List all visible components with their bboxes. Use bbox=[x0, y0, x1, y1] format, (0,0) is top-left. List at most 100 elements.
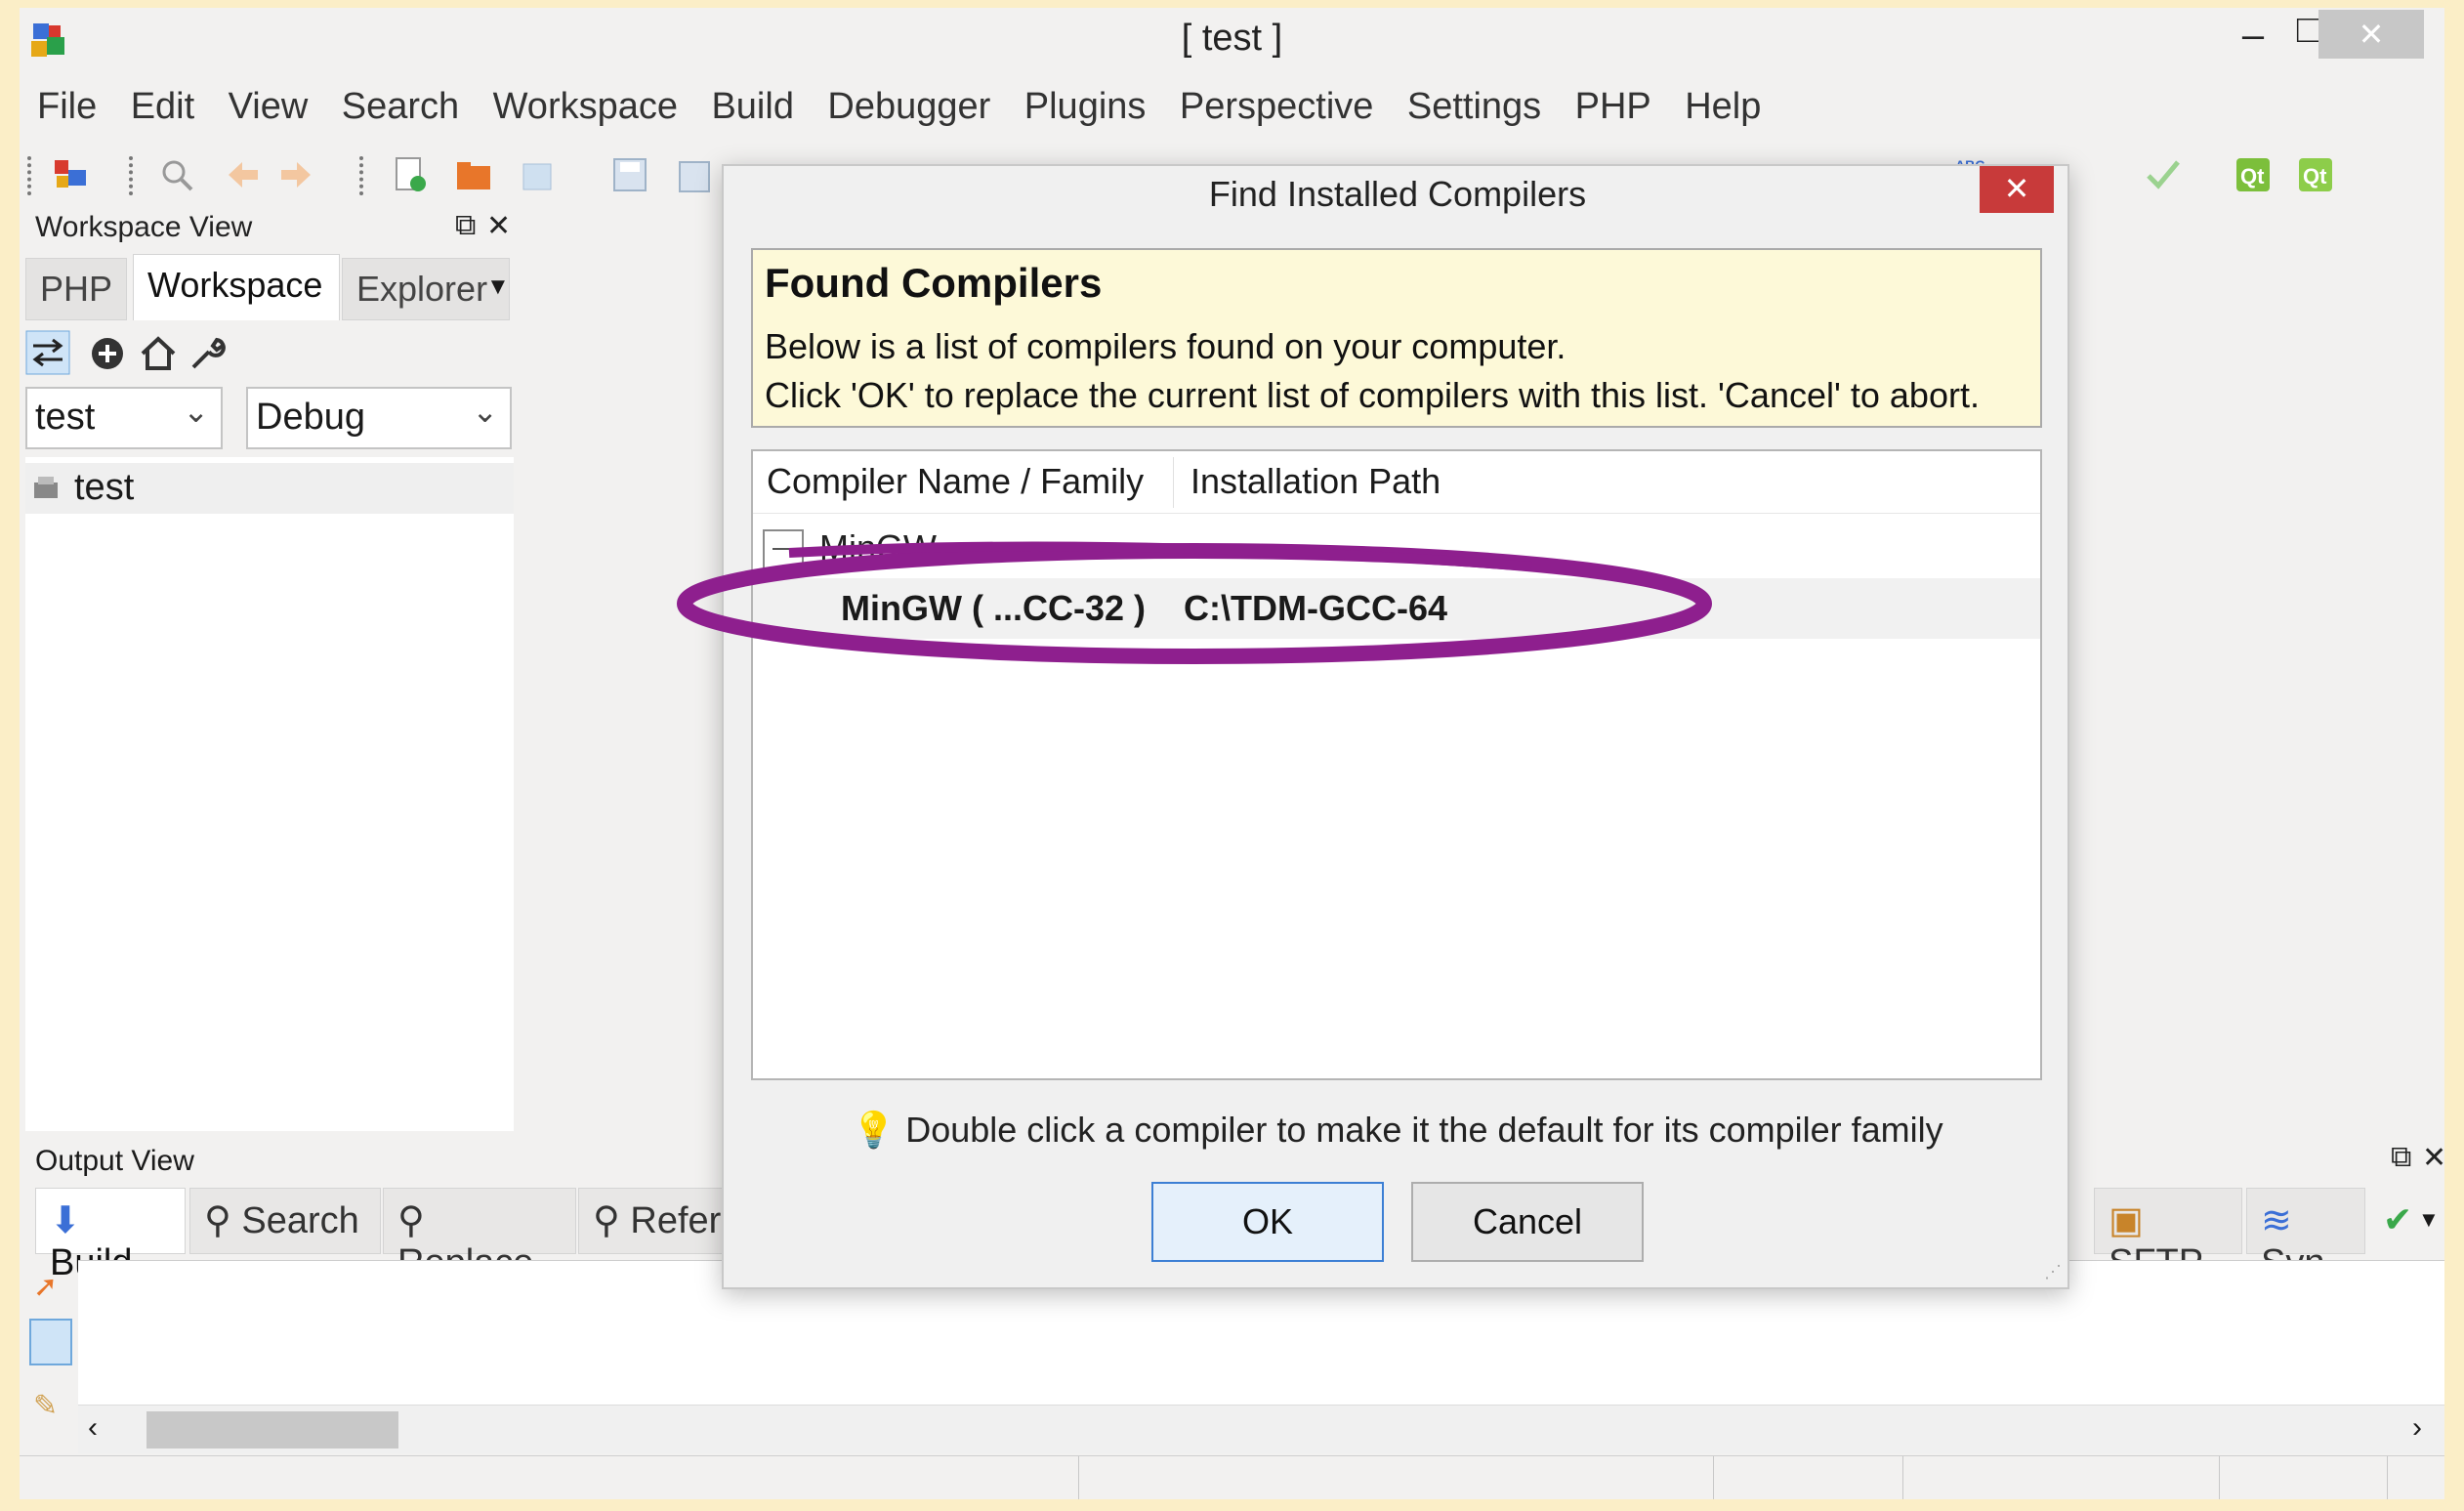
list-header: Compiler Name / Family Installation Path bbox=[753, 451, 2040, 514]
banner-line-1: Below is a list of compilers found on yo… bbox=[765, 326, 1566, 366]
menu-settings[interactable]: Settings bbox=[1407, 86, 1541, 128]
tab-overflow-icon[interactable]: ▼ bbox=[2418, 1207, 2440, 1233]
find-compilers-dialog: Find Installed Compilers ✕ Found Compile… bbox=[722, 164, 2069, 1289]
dialog-close-button[interactable]: ✕ bbox=[1980, 166, 2054, 213]
status-bar bbox=[20, 1455, 2444, 1499]
window-title: [ test ] bbox=[1181, 18, 1283, 59]
dialog-title: Find Installed Compilers bbox=[1208, 174, 1587, 214]
window-close-button[interactable]: ✕ bbox=[2318, 10, 2424, 59]
menu-help[interactable]: Help bbox=[1685, 86, 1761, 128]
tab-explorer[interactable]: Explorer bbox=[342, 258, 510, 320]
workspace-item-icon bbox=[34, 477, 58, 498]
workspace-view-title: Workspace View bbox=[35, 211, 253, 243]
workspace-icon[interactable] bbox=[51, 154, 92, 195]
minimize-button[interactable]: – bbox=[2229, 10, 2277, 64]
hint-text: 💡 Double click a compiler to make it the… bbox=[724, 1110, 2071, 1151]
status-divider bbox=[1078, 1456, 1079, 1499]
svn-icon: ≋ bbox=[2261, 1200, 2292, 1241]
open-folder-icon[interactable] bbox=[453, 154, 494, 195]
chevron-down-icon: ⌄ bbox=[472, 394, 498, 429]
banner-title: Found Compilers bbox=[765, 260, 1103, 306]
output-view-title: Output View bbox=[35, 1145, 194, 1177]
menu-edit[interactable]: Edit bbox=[131, 86, 194, 128]
found-compilers-banner: Found Compilers Below is a list of compi… bbox=[751, 248, 2042, 428]
forward-icon[interactable] bbox=[275, 154, 316, 195]
config-select[interactable]: Debug ⌄ bbox=[246, 387, 512, 449]
tree-item-label: test bbox=[74, 467, 135, 508]
toolbar-grip bbox=[129, 156, 137, 195]
tab-workspace[interactable]: Workspace bbox=[133, 254, 340, 320]
config-select-value: Debug bbox=[256, 397, 365, 438]
workspace-tree: test bbox=[25, 457, 514, 1131]
toolbar-grip bbox=[359, 156, 367, 195]
panel-close-icon[interactable]: ✕ bbox=[2422, 1141, 2444, 1175]
home-icon[interactable] bbox=[139, 334, 178, 373]
clear-icon[interactable]: ✎ bbox=[33, 1389, 58, 1423]
link-editor-icon[interactable] bbox=[25, 330, 70, 375]
menu-debugger[interactable]: Debugger bbox=[827, 86, 990, 128]
wrench-icon[interactable] bbox=[188, 334, 227, 373]
horizontal-scrollbar[interactable]: ‹ › bbox=[78, 1405, 2444, 1453]
project-select-value: test bbox=[35, 397, 96, 438]
ok-button[interactable]: OK bbox=[1151, 1182, 1384, 1262]
replace-icon: ⚲ bbox=[397, 1200, 425, 1241]
sftp-icon: ▣ bbox=[2109, 1200, 2144, 1241]
restore-icon[interactable]: ⧉ bbox=[455, 209, 476, 242]
menu-php[interactable]: PHP bbox=[1575, 86, 1651, 128]
references-icon: ⚲ bbox=[593, 1200, 620, 1241]
highlight-ellipse bbox=[677, 541, 1712, 664]
chevron-down-icon: ⌄ bbox=[183, 394, 209, 429]
tab-overflow-icon[interactable]: ▼ bbox=[486, 273, 510, 301]
scroll-left-icon[interactable]: ‹ bbox=[88, 1411, 98, 1445]
tree-item-test[interactable]: test bbox=[25, 463, 514, 514]
menu-plugins[interactable]: Plugins bbox=[1024, 86, 1147, 128]
svg-text:Qt: Qt bbox=[2303, 164, 2327, 189]
menu-bar: File Edit View Search Workspace Build De… bbox=[20, 80, 2444, 133]
lightbulb-icon: 💡 bbox=[852, 1110, 897, 1150]
save-icon[interactable] bbox=[609, 154, 650, 195]
project-select[interactable]: test ⌄ bbox=[25, 387, 223, 449]
resize-grip-icon[interactable]: ⋰ bbox=[2044, 1262, 2062, 1282]
build-icon: ⬇ bbox=[50, 1200, 81, 1241]
menu-search[interactable]: Search bbox=[342, 86, 459, 128]
column-header-name[interactable]: Compiler Name / Family bbox=[767, 461, 1144, 502]
column-divider bbox=[1173, 457, 1174, 508]
menu-perspective[interactable]: Perspective bbox=[1180, 86, 1374, 128]
menu-file[interactable]: File bbox=[37, 86, 97, 128]
title-bar: [ test ] – □ ✕ bbox=[20, 8, 2444, 80]
reload-icon[interactable] bbox=[518, 154, 559, 195]
find-icon[interactable] bbox=[156, 154, 197, 195]
back-icon[interactable] bbox=[223, 154, 264, 195]
scroll-right-icon[interactable]: › bbox=[2412, 1411, 2422, 1445]
cancel-button[interactable]: Cancel bbox=[1411, 1182, 1644, 1262]
pin-icon[interactable]: ➚ bbox=[33, 1270, 58, 1304]
menu-workspace[interactable]: Workspace bbox=[493, 86, 678, 128]
svg-text:Qt: Qt bbox=[2240, 164, 2265, 189]
status-divider bbox=[2219, 1456, 2220, 1499]
tab-php[interactable]: PHP bbox=[25, 258, 127, 320]
add-circle-icon[interactable] bbox=[88, 334, 127, 373]
check-icon[interactable]: ✔ bbox=[2383, 1199, 2412, 1240]
qt-wizard-icon[interactable]: Qt bbox=[2233, 154, 2274, 195]
status-divider bbox=[2387, 1456, 2388, 1499]
menu-build[interactable]: Build bbox=[711, 86, 794, 128]
panel-close-icon[interactable]: ✕ bbox=[486, 209, 511, 243]
status-divider bbox=[1902, 1456, 1903, 1499]
tab-svn[interactable]: ≋ Svn bbox=[2246, 1188, 2365, 1283]
qt-icon[interactable]: Qt bbox=[2295, 154, 2336, 195]
scroll-lock-icon[interactable] bbox=[29, 1319, 72, 1365]
scrollbar-thumb[interactable] bbox=[146, 1411, 398, 1448]
tab-replace[interactable]: ⚲ Replace bbox=[383, 1188, 576, 1283]
tab-search[interactable]: ⚲ Search bbox=[189, 1188, 381, 1254]
check-icon[interactable] bbox=[2143, 154, 2184, 195]
new-file-icon[interactable] bbox=[389, 154, 430, 195]
column-header-path[interactable]: Installation Path bbox=[1190, 461, 1441, 502]
save-all-icon[interactable] bbox=[672, 154, 713, 195]
restore-icon[interactable]: ⧉ bbox=[2391, 1141, 2411, 1174]
status-divider bbox=[1713, 1456, 1714, 1499]
tab-build[interactable]: ⬇ Build bbox=[35, 1188, 186, 1283]
menu-view[interactable]: View bbox=[229, 86, 309, 128]
search-icon: ⚲ bbox=[204, 1200, 231, 1241]
hint-label: Double click a compiler to make it the d… bbox=[905, 1110, 1943, 1150]
tab-sftp[interactable]: ▣ SFTP bbox=[2094, 1188, 2242, 1283]
